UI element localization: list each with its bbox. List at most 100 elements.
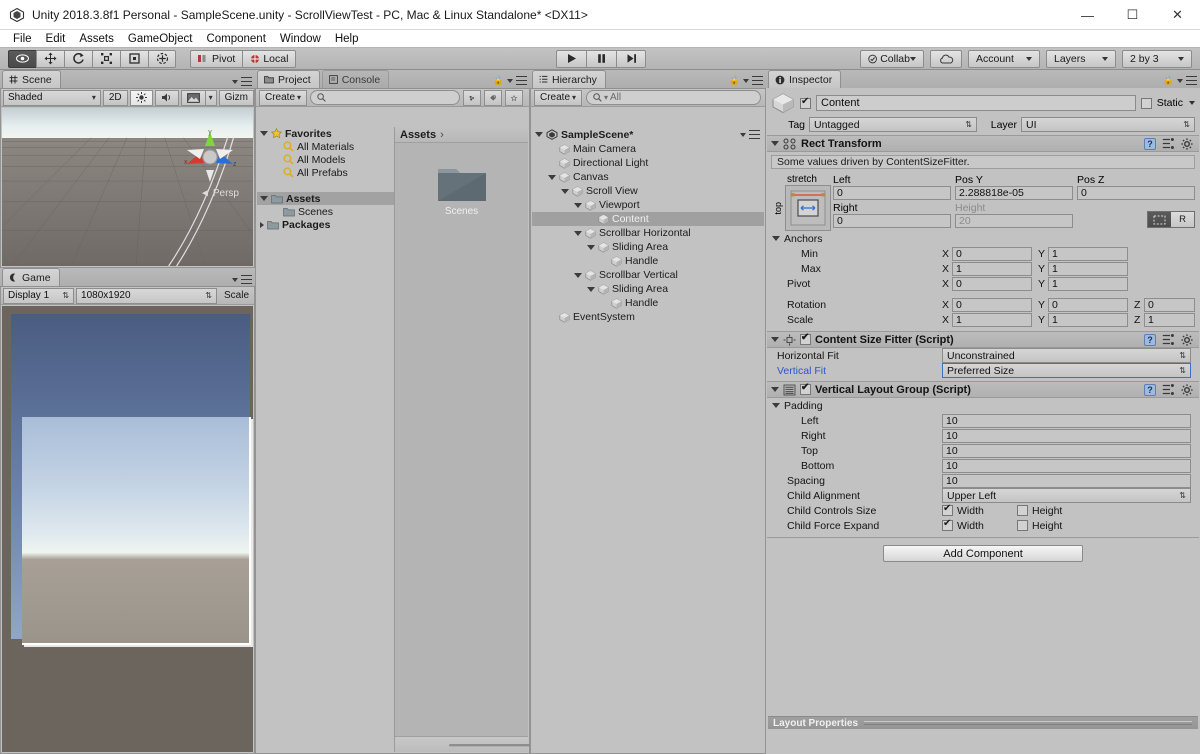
menu-item-assets[interactable]: Assets	[72, 30, 121, 48]
chevron-down-icon[interactable]	[548, 174, 556, 180]
preset-icon[interactable]	[1162, 334, 1175, 345]
hierarchy-row[interactable]: Directional Light	[532, 156, 764, 170]
vertical-fit-dropdown[interactable]: Preferred Size ⇅	[942, 363, 1191, 378]
hierarchy-row[interactable]: Scroll View	[532, 184, 764, 198]
scene-gizmos-button[interactable]: Gizm	[218, 89, 254, 106]
content-size-fitter-enabled-checkbox[interactable]	[800, 332, 811, 345]
chevron-down-icon[interactable]	[587, 286, 595, 292]
collab-button[interactable]: Collab	[860, 49, 924, 68]
filter-by-label-icon[interactable]	[484, 89, 502, 106]
right-input[interactable]: 0	[833, 214, 951, 228]
menu-item-edit[interactable]: Edit	[39, 30, 73, 48]
padding-left-input[interactable]: 10	[942, 413, 1191, 428]
child-force-expand-width-checkbox[interactable]	[942, 518, 953, 531]
rotation-x-input[interactable]: 0	[952, 297, 1032, 312]
chevron-down-icon[interactable]	[535, 132, 543, 137]
hierarchy-row[interactable]: Canvas	[532, 170, 764, 184]
pivot-toggle[interactable]: Pivot	[190, 49, 243, 68]
project-tree-row[interactable]: Assets	[257, 192, 394, 205]
scale-slider-label[interactable]: Scale	[219, 288, 254, 304]
preset-icon[interactable]	[1162, 384, 1175, 395]
move-tool-icon[interactable]	[36, 49, 64, 68]
display-dropdown[interactable]: Display 1 ⇅	[3, 287, 75, 304]
cloud-button[interactable]	[930, 49, 962, 68]
menu-item-window[interactable]: Window	[273, 30, 328, 48]
posz-input[interactable]: 0	[1077, 186, 1195, 200]
project-tab-menu[interactable]: 🔒	[493, 75, 527, 86]
add-component-button[interactable]: Add Component	[883, 545, 1083, 562]
anchor-preset-widget[interactable]	[785, 185, 831, 231]
horizontal-fit-dropdown[interactable]: Unconstrained ⇅	[942, 348, 1191, 363]
project-tree-row[interactable]: Favorites	[257, 127, 394, 140]
scale-tool-icon[interactable]	[92, 49, 120, 68]
static-checkbox[interactable]	[1140, 97, 1152, 109]
lock-icon[interactable]: 🔒	[729, 75, 740, 86]
help-icon[interactable]: ?	[1144, 333, 1156, 346]
project-tree-row[interactable]: Packages	[257, 218, 394, 231]
pivot-x-input[interactable]: 0	[952, 276, 1032, 291]
raw-mode-button[interactable]: R	[1171, 212, 1194, 227]
close-button[interactable]: ✕	[1155, 0, 1200, 30]
menu-item-gameobject[interactable]: GameObject	[121, 30, 200, 48]
scale-z-input[interactable]: 1	[1144, 312, 1195, 327]
tag-dropdown[interactable]: Untagged ⇅	[809, 117, 977, 132]
anchor-min-y-input[interactable]: 1	[1048, 246, 1128, 261]
menu-item-component[interactable]: Component	[199, 30, 272, 48]
account-button[interactable]: Account	[968, 49, 1040, 68]
padding-right-input[interactable]: 10	[942, 428, 1191, 443]
project-tree-row[interactable]: Scenes	[257, 205, 394, 218]
scene-viewport[interactable]: y x z ◄ Persp	[2, 108, 253, 266]
lock-icon[interactable]: 🔒	[1163, 75, 1174, 86]
gear-icon[interactable]	[1181, 383, 1193, 396]
play-button[interactable]	[556, 49, 586, 68]
left-input[interactable]: 0	[833, 186, 951, 200]
project-search-input[interactable]	[310, 90, 460, 105]
hierarchy-row[interactable]: Handle	[532, 296, 764, 310]
breadcrumb-label[interactable]: Assets	[400, 129, 436, 141]
rect-tool-icon[interactable]	[120, 49, 148, 68]
hand-tool-icon[interactable]	[8, 49, 36, 68]
tab-console[interactable]: Console	[321, 70, 390, 88]
chevron-down-icon[interactable]	[260, 196, 268, 201]
menu-item-file[interactable]: File	[6, 30, 39, 48]
rotate-tool-icon[interactable]	[64, 49, 92, 68]
scene-tab-menu[interactable]	[232, 77, 252, 86]
project-tree-row[interactable]: All Prefabs	[257, 166, 394, 179]
maximize-button[interactable]: ☐	[1110, 0, 1155, 30]
object-enabled-checkbox[interactable]	[800, 96, 811, 109]
child-alignment-dropdown[interactable]: Upper Left ⇅	[942, 488, 1191, 503]
object-name-input[interactable]: Content	[816, 95, 1136, 111]
vertical-layout-group-enabled-checkbox[interactable]	[800, 382, 811, 395]
scene-fx-icon[interactable]	[180, 89, 205, 106]
scale-x-input[interactable]: 1	[952, 312, 1032, 327]
scene-audio-icon[interactable]	[154, 89, 179, 106]
hierarchy-row[interactable]: Scrollbar Horizontal	[532, 226, 764, 240]
game-viewport[interactable]	[2, 306, 253, 752]
local-toggle[interactable]: Local	[242, 49, 297, 68]
anchors-foldout[interactable]: Anchors	[767, 231, 1199, 246]
hierarchy-scene-row[interactable]: SampleScene*	[532, 127, 764, 142]
hierarchy-row[interactable]: Handle	[532, 254, 764, 268]
child-controls-height-checkbox[interactable]	[1017, 505, 1028, 516]
scene-fx-dropdown[interactable]: ▾	[204, 89, 217, 106]
tab-scene[interactable]: Scene	[2, 70, 61, 88]
hierarchy-tab-menu[interactable]: 🔒	[729, 75, 763, 86]
rect-transform-header[interactable]: Rect Transform ?	[767, 135, 1199, 152]
tab-project[interactable]: Project	[257, 70, 320, 88]
hierarchy-row[interactable]: Main Camera	[532, 142, 764, 156]
lock-icon[interactable]: 🔒	[493, 75, 504, 86]
tab-game[interactable]: Game	[2, 268, 60, 286]
padding-bottom-input[interactable]: 10	[942, 458, 1191, 473]
help-icon[interactable]: ?	[1144, 383, 1156, 396]
chevron-right-icon[interactable]	[260, 221, 264, 228]
preset-icon[interactable]	[1162, 138, 1175, 149]
project-tree-row[interactable]: All Models	[257, 153, 394, 166]
asset-item-scenes[interactable]: Scenes	[395, 161, 528, 217]
chevron-down-icon[interactable]	[561, 188, 569, 194]
anchor-max-y-input[interactable]: 1	[1048, 261, 1128, 276]
chevron-down-icon[interactable]	[574, 230, 582, 236]
padding-foldout[interactable]: Padding	[767, 398, 1199, 413]
hierarchy-row[interactable]: Scrollbar Vertical	[532, 268, 764, 282]
blueprint-mode-button[interactable]	[1148, 212, 1171, 227]
vertical-layout-group-header[interactable]: Vertical Layout Group (Script) ?	[767, 381, 1199, 398]
